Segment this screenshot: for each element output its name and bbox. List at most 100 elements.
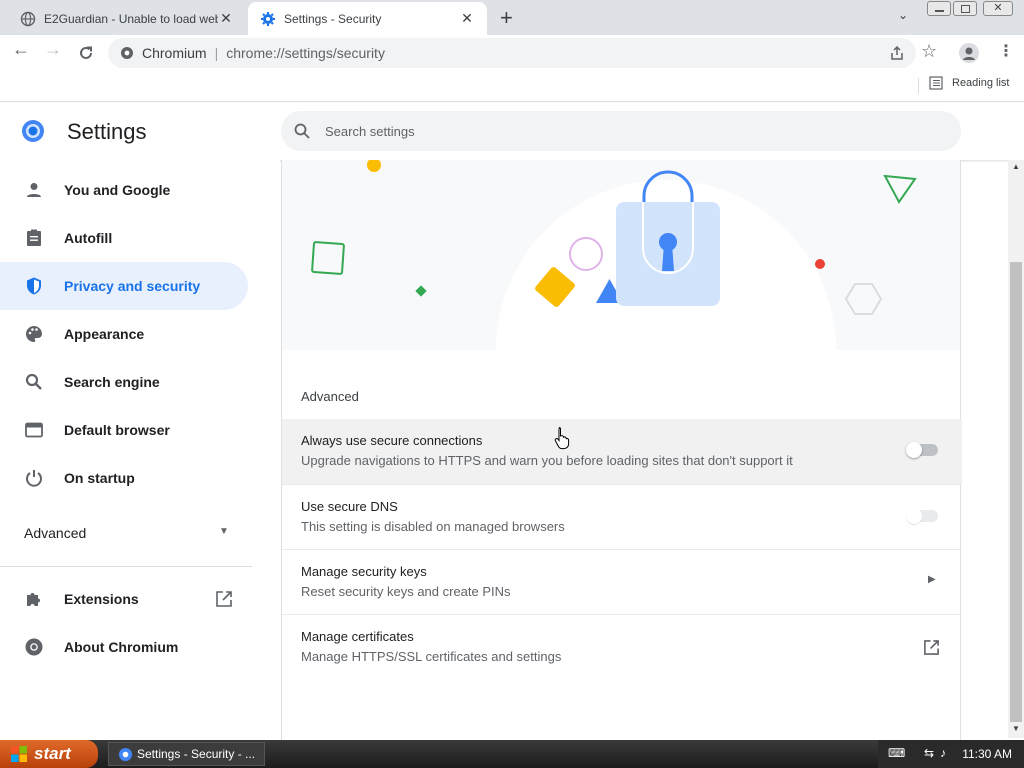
profile-avatar-icon[interactable] <box>959 43 979 63</box>
setting-row-security-keys[interactable]: Manage security keys Reset security keys… <box>282 549 962 614</box>
taskbar-task-settings[interactable]: Settings - Security - ... <box>108 742 265 766</box>
gear-icon <box>261 11 275 26</box>
setting-row-secure-connections[interactable]: Always use secure connections Upgrade na… <box>282 419 962 484</box>
toolbar: ← → Chromium | chrome://settings/securit… <box>0 35 1024 70</box>
tab-e2guardian[interactable]: E2Guardian - Unable to load website ✕ <box>8 2 246 35</box>
sidebar-item-extensions[interactable]: Extensions <box>0 575 248 623</box>
sidebar-item-label: About Chromium <box>64 639 179 655</box>
setting-subtitle: Manage HTTPS/SSL certificates and settin… <box>301 649 562 664</box>
sidebar-advanced-label: Advanced <box>24 525 87 541</box>
tab-title: E2Guardian - Unable to load website <box>44 11 218 26</box>
sidebar-item-search-engine[interactable]: Search engine <box>0 358 248 406</box>
shield-icon <box>27 277 41 295</box>
puzzle-icon <box>27 593 40 606</box>
close-icon[interactable]: ✕ <box>459 10 475 27</box>
sidebar-item-label: Extensions <box>64 591 139 607</box>
bookmark-star-icon[interactable]: ☆ <box>921 41 937 62</box>
sidebar-item-label: Autofill <box>64 230 113 246</box>
search-icon <box>294 123 310 139</box>
system-tray: ⌨ ⇆ ♪ 11:30 AM <box>878 740 1024 768</box>
sidebar-item-you-and-google[interactable]: You and Google <box>0 166 248 214</box>
start-label: start <box>34 744 71 763</box>
scrollbar-thumb[interactable] <box>1010 262 1022 722</box>
address-bar[interactable]: Chromium | chrome://settings/security <box>108 38 916 68</box>
sidebar-item-label: Appearance <box>64 326 145 342</box>
sidebar-item-about-chromium[interactable]: About Chromium <box>0 623 248 671</box>
search-placeholder: Search settings <box>325 123 415 139</box>
reading-list-label: Reading list <box>952 77 1010 89</box>
share-icon[interactable] <box>889 45 905 61</box>
close-icon[interactable]: ✕ <box>218 10 234 27</box>
secure-dns-toggle[interactable] <box>906 508 938 524</box>
tab-search-icon[interactable]: ⌄ <box>898 8 908 22</box>
sidebar-item-label: Privacy and security <box>64 278 201 294</box>
external-link-icon[interactable] <box>923 639 940 656</box>
sidebar-item-label: Search engine <box>64 374 160 390</box>
globe-icon <box>20 11 36 26</box>
secure-connections-toggle[interactable] <box>906 442 938 458</box>
scroll-up-icon[interactable]: ▲ <box>1012 162 1020 171</box>
scheme-label: Chromium <box>142 45 207 61</box>
taskbar: start Settings - Security - ... ⌨ ⇆ ♪ 11… <box>0 740 1024 768</box>
volume-icon[interactable]: ♪ <box>940 746 946 760</box>
network-icon[interactable]: ⇆ <box>924 746 934 760</box>
window-close-button[interactable]: ✕ <box>983 1 1013 16</box>
search-settings-input[interactable]: Search settings <box>281 111 961 151</box>
keyboard-icon[interactable]: ⌨ <box>888 746 905 760</box>
setting-title: Use secure DNS <box>301 499 398 514</box>
person-icon <box>27 183 41 197</box>
menu-icon[interactable]: ⋮ <box>998 41 1014 61</box>
sidebar-item-autofill[interactable]: Autofill <box>0 214 248 262</box>
tab-strip: E2Guardian - Unable to load website ✕ Se… <box>0 0 1024 35</box>
setting-title: Manage certificates <box>301 629 414 644</box>
new-tab-icon[interactable]: + <box>500 5 513 31</box>
tab-title: Settings - Security <box>284 11 382 26</box>
back-icon[interactable]: ← <box>12 39 30 60</box>
start-button[interactable]: start <box>0 740 98 768</box>
section-title-advanced: Advanced <box>301 389 359 404</box>
chromium-logo-icon <box>22 120 44 142</box>
reading-list-icon <box>929 76 943 90</box>
tab-settings-security[interactable]: Settings - Security ✕ <box>248 2 487 35</box>
sidebar-item-privacy-and-security[interactable]: Privacy and security <box>0 262 248 310</box>
hand-cursor-icon <box>554 427 570 450</box>
setting-title: Always use secure connections <box>301 433 483 448</box>
sidebar: You and Google Autofill Privacy and secu… <box>0 160 280 740</box>
clipboard-icon <box>27 229 41 246</box>
scroll-down-icon[interactable]: ▼ <box>1012 724 1020 733</box>
bookmarks-bar: Reading list <box>0 70 1024 102</box>
security-page-card: Advanced Always use secure connections U… <box>281 160 962 740</box>
settings-header: Settings Search settings <box>0 103 1024 160</box>
padlock-illustration-icon <box>311 160 917 350</box>
setting-subtitle: Upgrade navigations to HTTPS and warn yo… <box>301 453 793 468</box>
chevron-right-icon: ▶ <box>928 574 936 585</box>
taskbar-task-label: Settings - Security - ... <box>137 747 256 761</box>
palette-icon <box>26 326 42 342</box>
chevron-down-icon: ▼ <box>219 526 229 537</box>
chromium-logo-icon <box>118 747 133 762</box>
sidebar-advanced-toggle[interactable]: Advanced ▼ <box>0 510 252 558</box>
setting-row-secure-dns[interactable]: Use secure DNS This setting is disabled … <box>282 484 962 549</box>
external-link-icon <box>216 591 232 607</box>
restore-button[interactable] <box>953 1 977 16</box>
page-scrollbar[interactable]: ▲ ▼ <box>1008 160 1024 738</box>
sidebar-item-on-startup[interactable]: On startup <box>0 454 248 502</box>
reading-list-button[interactable]: Reading list <box>929 76 1009 90</box>
setting-subtitle: Reset security keys and create PINs <box>301 584 511 599</box>
sidebar-item-appearance[interactable]: Appearance <box>0 310 248 358</box>
search-icon <box>25 373 42 390</box>
setting-title: Manage security keys <box>301 564 427 579</box>
minimize-button[interactable] <box>927 1 951 16</box>
sidebar-divider <box>0 566 252 567</box>
forward-icon[interactable]: → <box>44 39 62 60</box>
power-icon <box>26 470 42 487</box>
sidebar-item-label: On startup <box>64 470 135 486</box>
sidebar-item-label: You and Google <box>64 182 171 198</box>
url-text[interactable]: chrome://settings/security <box>226 45 385 61</box>
reload-icon[interactable] <box>77 44 95 62</box>
setting-subtitle: This setting is disabled on managed brow… <box>301 519 565 534</box>
chromium-logo-icon <box>121 47 133 59</box>
browser-icon <box>25 422 43 438</box>
setting-row-certificates[interactable]: Manage certificates Manage HTTPS/SSL cer… <box>282 614 962 679</box>
sidebar-item-default-browser[interactable]: Default browser <box>0 406 248 454</box>
